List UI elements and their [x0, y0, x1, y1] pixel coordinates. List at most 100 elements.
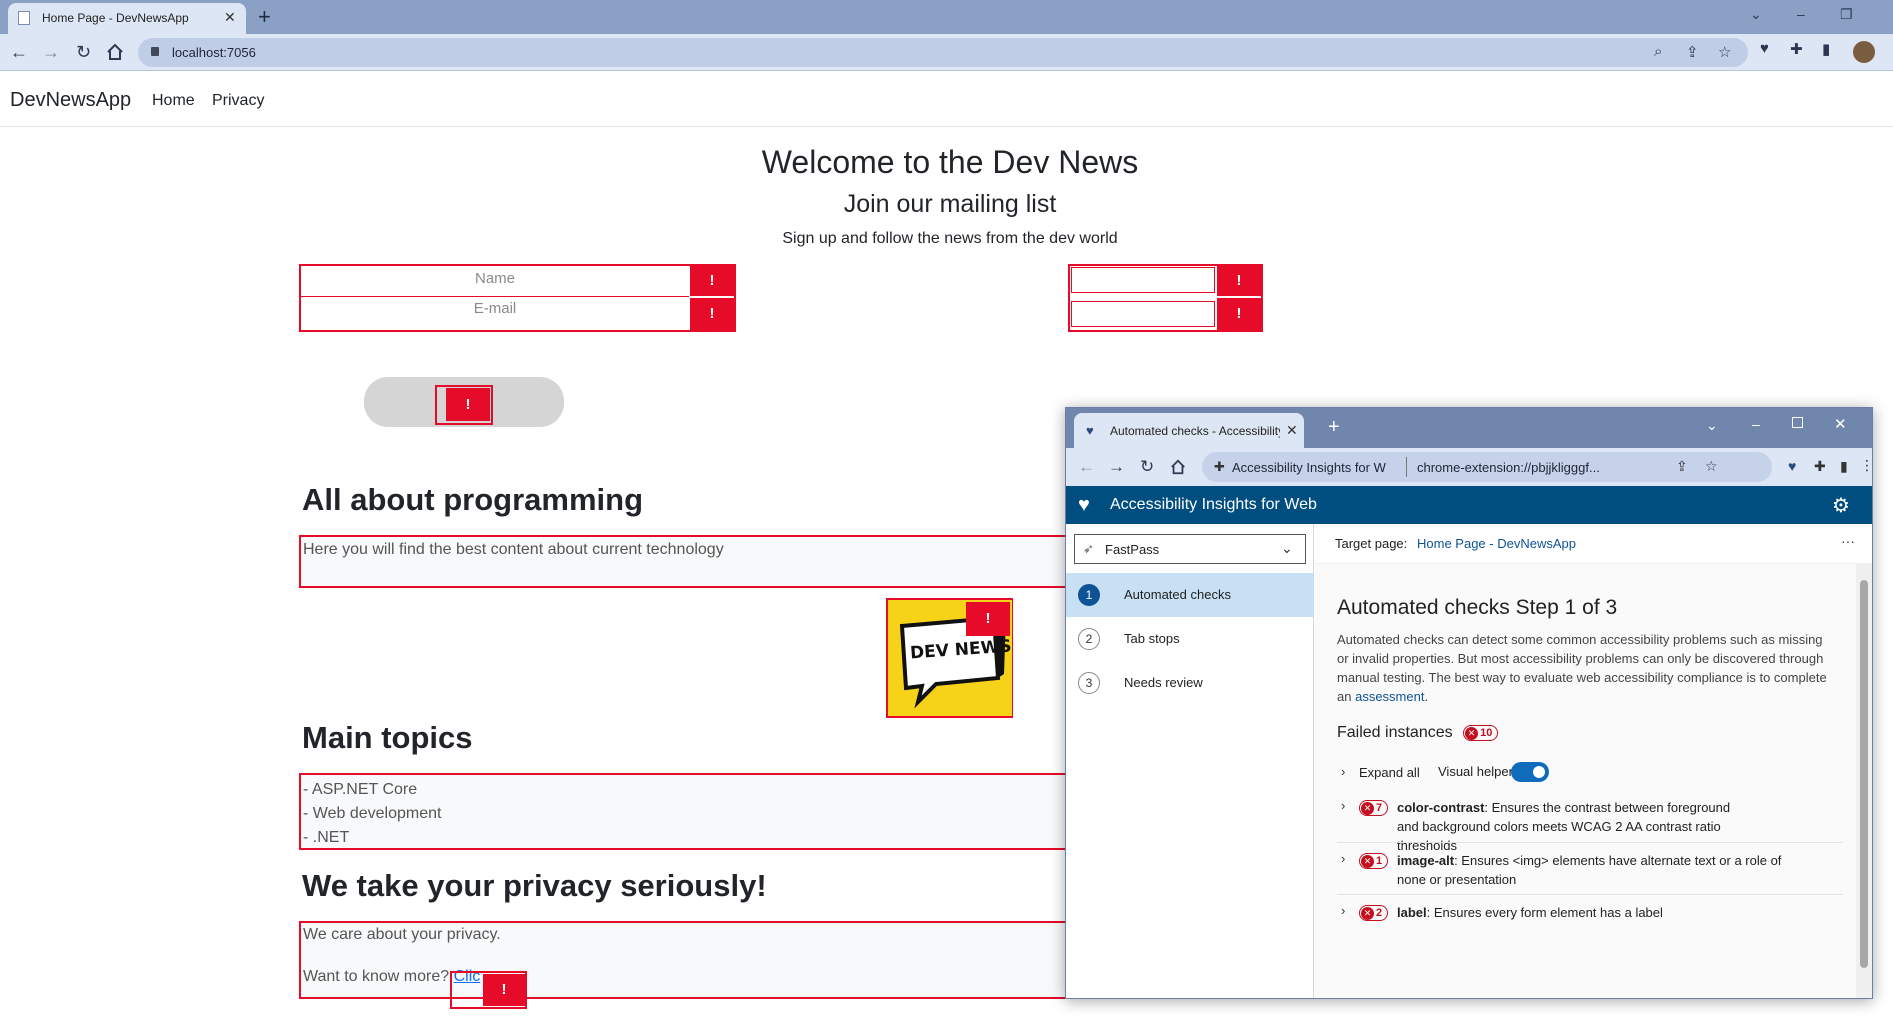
step-number: 3 [1078, 672, 1100, 694]
rule-expand-chevron-icon[interactable]: › [1341, 851, 1345, 866]
rule-count-badge: ✕ 7 [1359, 800, 1389, 816]
rule-divider [1337, 842, 1843, 843]
tab-search-icon[interactable]: ⌄ [1706, 417, 1718, 434]
step-tab-stops[interactable]: 2 Tab stops [1066, 617, 1314, 661]
name-input[interactable]: Name [301, 270, 689, 287]
forward-icon[interactable]: → [1108, 457, 1125, 477]
rule-count: 1 [1376, 855, 1383, 867]
section-heading-privacy: We take your privacy seriously! [302, 868, 767, 903]
profile-avatar[interactable] [1853, 41, 1875, 63]
privacy-more-text: Want to know more? [303, 968, 450, 985]
tab-search-icon[interactable]: ⌄ [1750, 6, 1762, 23]
more-options-icon[interactable]: ··· [1841, 533, 1855, 549]
programming-paragraph: Here you will find the best content abou… [299, 535, 1069, 588]
insights-tab-strip: ♥ Automated checks - Accessibility Insig… [1066, 408, 1872, 448]
rule-count: 7 [1376, 802, 1383, 814]
close-window-icon[interactable]: ✕ [1834, 415, 1847, 433]
insights-address-bar[interactable]: ✚ Accessibility Insights for W chrome-ex… [1202, 452, 1772, 482]
mode-dropdown[interactable]: ➶ FastPass ⌄ [1074, 534, 1306, 564]
expand-all-chevron-icon[interactable]: › [1341, 764, 1345, 779]
rule-image-alt[interactable]: image-alt: Ensures <img> elements have a… [1397, 851, 1812, 889]
unlabeled-input[interactable] [1071, 301, 1215, 327]
browser-menu-icon[interactable]: ⋮ [1860, 457, 1874, 474]
close-tab-icon[interactable]: ✕ [1286, 422, 1298, 439]
error-x-icon: ✕ [1361, 907, 1374, 920]
visual-helper-toggle[interactable] [1511, 762, 1549, 782]
side-panel-icon[interactable]: ▮ [1840, 458, 1848, 475]
forward-icon[interactable]: → [42, 42, 60, 63]
rule-name: color-contrast [1397, 800, 1485, 815]
rule-divider [1337, 894, 1843, 895]
minimize-icon[interactable]: – [1797, 6, 1805, 22]
site-brand[interactable]: DevNewsApp [10, 89, 131, 112]
rule-color-contrast[interactable]: color-contrast: Ensures the contrast bet… [1397, 798, 1732, 855]
extensions-puzzle-icon[interactable]: ✚ [1790, 40, 1803, 58]
browser-tab[interactable]: Home Page - DevNewsApp ✕ [8, 3, 246, 34]
browser-tab-strip: Home Page - DevNewsApp ✕ + ⌄ – ❐ [0, 0, 1893, 34]
address-bar[interactable]: localhost:7056 ⌕ ⇪ ☆ [138, 38, 1748, 67]
insights-main-panel: Target page: Home Page - DevNewsApp ··· … [1315, 524, 1872, 998]
reload-icon[interactable]: ↻ [1140, 457, 1154, 477]
step-label: Tab stops [1124, 631, 1180, 646]
toggle-knob [1533, 766, 1545, 778]
new-tab-icon[interactable]: + [1328, 416, 1340, 439]
rule-description: : Ensures every form element has a label [1426, 905, 1663, 920]
target-page-link[interactable]: Home Page - DevNewsApp [1417, 536, 1576, 551]
settings-gear-icon[interactable]: ⚙ [1832, 493, 1850, 518]
input-divider [301, 296, 689, 297]
side-panel-icon[interactable]: ▮ [1822, 40, 1830, 58]
close-tab-icon[interactable]: ✕ [224, 9, 236, 26]
insights-browser-tab[interactable]: ♥ Automated checks - Accessibility Insig… [1074, 413, 1304, 448]
insights-logo-icon: ♥ [1078, 494, 1090, 516]
step-number: 2 [1078, 628, 1100, 650]
home-icon[interactable] [106, 43, 124, 61]
failure-marker[interactable]: ! [690, 266, 734, 296]
step-needs-review[interactable]: 3 Needs review [1066, 661, 1314, 705]
step-automated-checks[interactable]: 1 Automated checks [1066, 573, 1314, 617]
rule-name: image-alt [1397, 853, 1455, 868]
maximize-icon[interactable] [1792, 417, 1803, 428]
nav-link-privacy[interactable]: Privacy [212, 92, 264, 110]
address-divider [1406, 457, 1407, 477]
bookmark-star-icon[interactable]: ☆ [1705, 458, 1718, 475]
share-icon[interactable]: ⇪ [1676, 458, 1688, 475]
failed-count: 10 [1480, 726, 1493, 739]
scrollbar-thumb[interactable] [1860, 580, 1868, 968]
back-icon[interactable]: ← [1078, 457, 1095, 477]
failure-marker[interactable]: ! [483, 974, 525, 1006]
failure-marker[interactable]: ! [1217, 266, 1261, 296]
failed-instances-label: Failed instances [1337, 724, 1453, 741]
accessibility-insights-extension-icon[interactable]: ♥ [1760, 40, 1769, 57]
rule-label[interactable]: label: Ensures every form element has a … [1397, 903, 1817, 922]
insights-toolbar: ← → ↻ ✚ Accessibility Insights for W chr… [1066, 448, 1874, 486]
lock-icon [151, 47, 159, 56]
reload-icon[interactable]: ↻ [76, 42, 91, 63]
minimize-icon[interactable]: – [1752, 416, 1760, 432]
nav-link-home[interactable]: Home [152, 92, 195, 110]
zoom-icon[interactable]: ⌕ [1654, 43, 1662, 60]
error-x-icon: ✕ [1361, 855, 1374, 868]
failure-marker[interactable]: ! [690, 298, 734, 330]
failure-marker[interactable]: ! [446, 388, 490, 421]
failure-marker[interactable]: ! [1217, 298, 1261, 330]
rule-expand-chevron-icon[interactable]: › [1341, 798, 1345, 813]
insights-app-header: ♥ Accessibility Insights for Web ⚙ [1066, 486, 1872, 524]
accessibility-insights-extension-icon[interactable]: ♥ [1788, 458, 1796, 474]
rule-description: : Ensures <img> elements have alternate … [1397, 853, 1782, 887]
assessment-link[interactable]: assessment [1355, 689, 1424, 704]
new-tab-icon[interactable]: + [258, 4, 271, 30]
extensions-puzzle-icon[interactable]: ✚ [1814, 458, 1826, 475]
home-icon[interactable] [1170, 459, 1186, 475]
expand-all-button[interactable]: Expand all [1359, 765, 1420, 780]
unlabeled-input[interactable] [1071, 267, 1215, 293]
rule-expand-chevron-icon[interactable]: › [1341, 903, 1345, 918]
extension-puzzle-icon: ✚ [1214, 459, 1225, 474]
page-favicon-icon [18, 11, 30, 25]
failure-marker[interactable]: ! [966, 602, 1010, 636]
back-icon[interactable]: ← [10, 42, 28, 63]
email-input[interactable]: E-mail [301, 300, 689, 317]
share-icon[interactable]: ⇪ [1686, 43, 1699, 61]
topic-item: - Web development [303, 805, 442, 822]
restore-icon[interactable]: ❐ [1840, 6, 1853, 23]
bookmark-star-icon[interactable]: ☆ [1718, 43, 1731, 61]
